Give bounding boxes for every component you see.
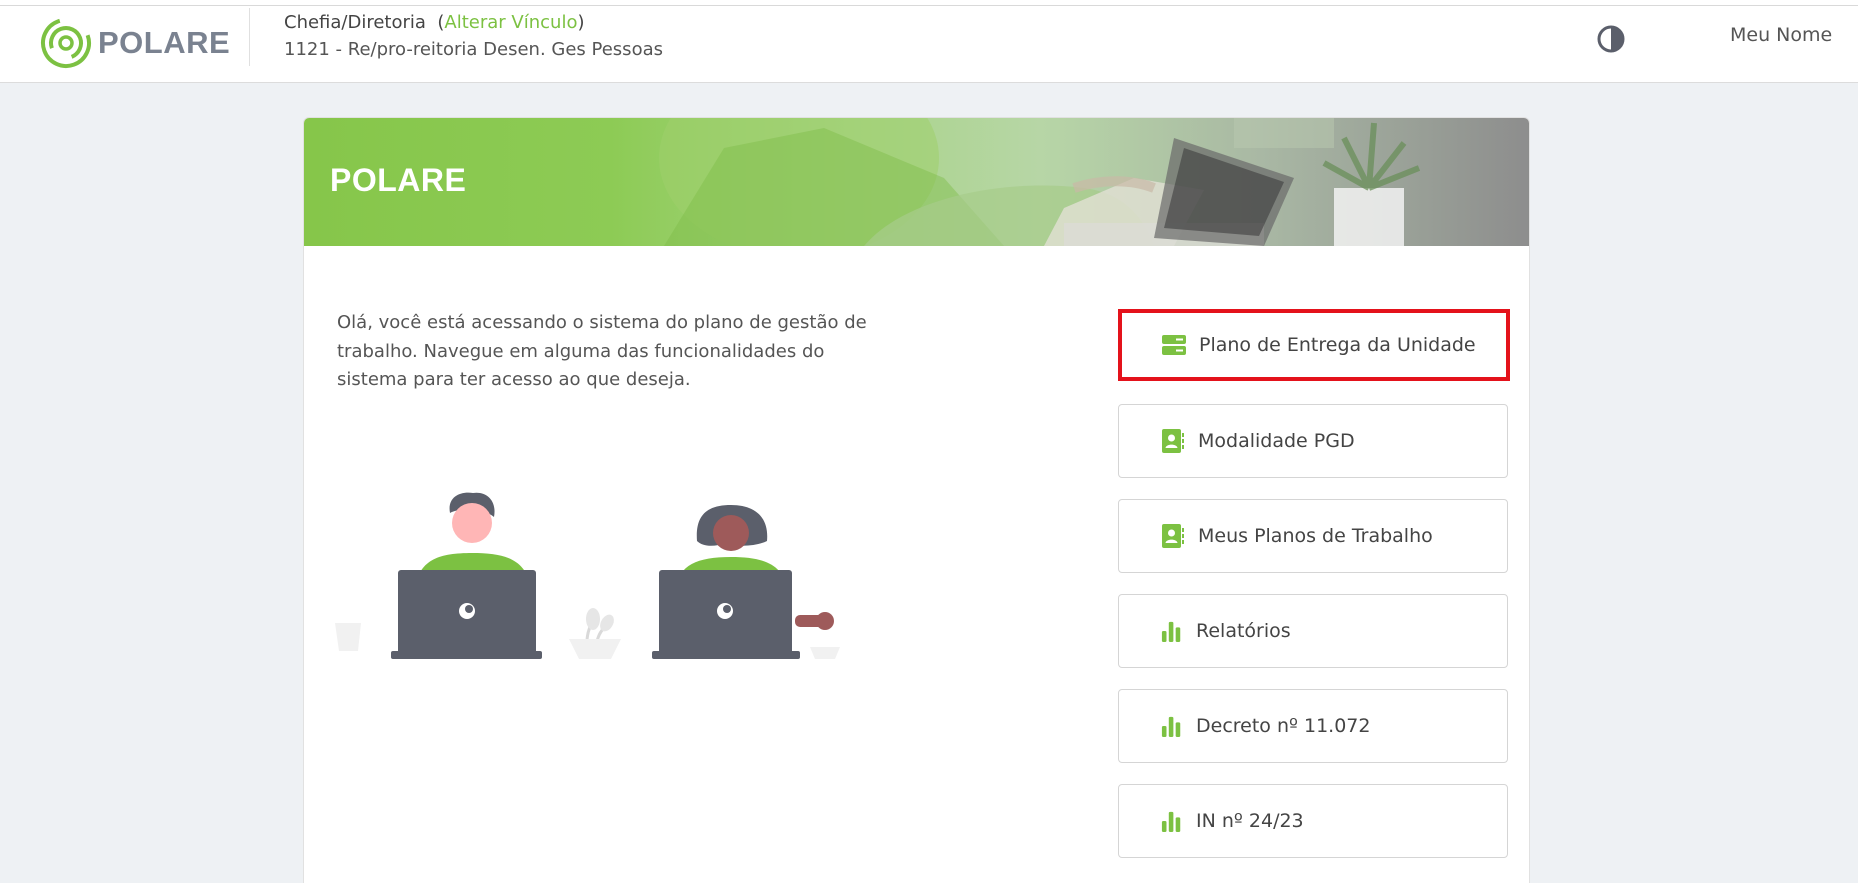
modalidade-pgd-label: Modalidade PGD	[1198, 430, 1355, 452]
bar-chart-icon	[1161, 621, 1181, 642]
modalidade-pgd-button[interactable]: Modalidade PGD	[1118, 404, 1508, 478]
relatorios-label: Relatórios	[1196, 620, 1291, 642]
in-24-23-label: IN nº 24/23	[1196, 810, 1304, 832]
in-24-23-button[interactable]: IN nº 24/23	[1118, 784, 1508, 858]
banner: POLARE	[304, 118, 1529, 246]
bar-chart-icon	[1161, 811, 1181, 832]
top-header: POLARE Chefia/Diretoria (Alterar Vínculo…	[0, 6, 1858, 83]
theme-toggle-button[interactable]	[1596, 24, 1626, 54]
banner-photo	[659, 118, 1421, 246]
change-link-close: )	[577, 12, 585, 33]
current-unit: 1121 - Re/pro-reitoria Desen. Ges Pessoa…	[284, 39, 663, 60]
logo-text: POLARE	[98, 25, 231, 60]
plano-entrega-button[interactable]: Plano de Entrega da Unidade	[1118, 309, 1510, 381]
current-role: Chefia/Diretoria (Alterar Vínculo)	[284, 12, 585, 33]
contact-book-icon	[1162, 524, 1184, 548]
role-label: Chefia/Diretoria	[284, 12, 426, 33]
server-icon	[1162, 335, 1186, 355]
contrast-icon	[1597, 25, 1625, 53]
user-menu[interactable]: Meu Nome	[1730, 24, 1832, 46]
decreto-button[interactable]: Decreto nº 11.072	[1118, 689, 1508, 763]
contact-book-icon	[1162, 429, 1184, 453]
decreto-label: Decreto nº 11.072	[1196, 715, 1371, 737]
relatorios-button[interactable]: Relatórios	[1118, 594, 1508, 668]
meus-planos-button[interactable]: Meus Planos de Trabalho	[1118, 499, 1508, 573]
home-card: POLARE Olá, você está acessando o sistem…	[303, 117, 1530, 883]
polare-logo[interactable]: POLARE	[40, 16, 230, 70]
header-divider	[249, 8, 250, 66]
welcome-text: Olá, você está acessando o sistema do pl…	[337, 312, 867, 390]
polare-logo-icon	[41, 18, 91, 68]
meus-planos-label: Meus Planos de Trabalho	[1198, 525, 1433, 547]
bar-chart-icon	[1161, 716, 1181, 737]
banner-title: POLARE	[330, 162, 467, 198]
people-working-illustration	[335, 492, 840, 659]
change-role-link[interactable]: Alterar Vínculo	[444, 12, 577, 33]
plano-entrega-label: Plano de Entrega da Unidade	[1199, 334, 1476, 356]
